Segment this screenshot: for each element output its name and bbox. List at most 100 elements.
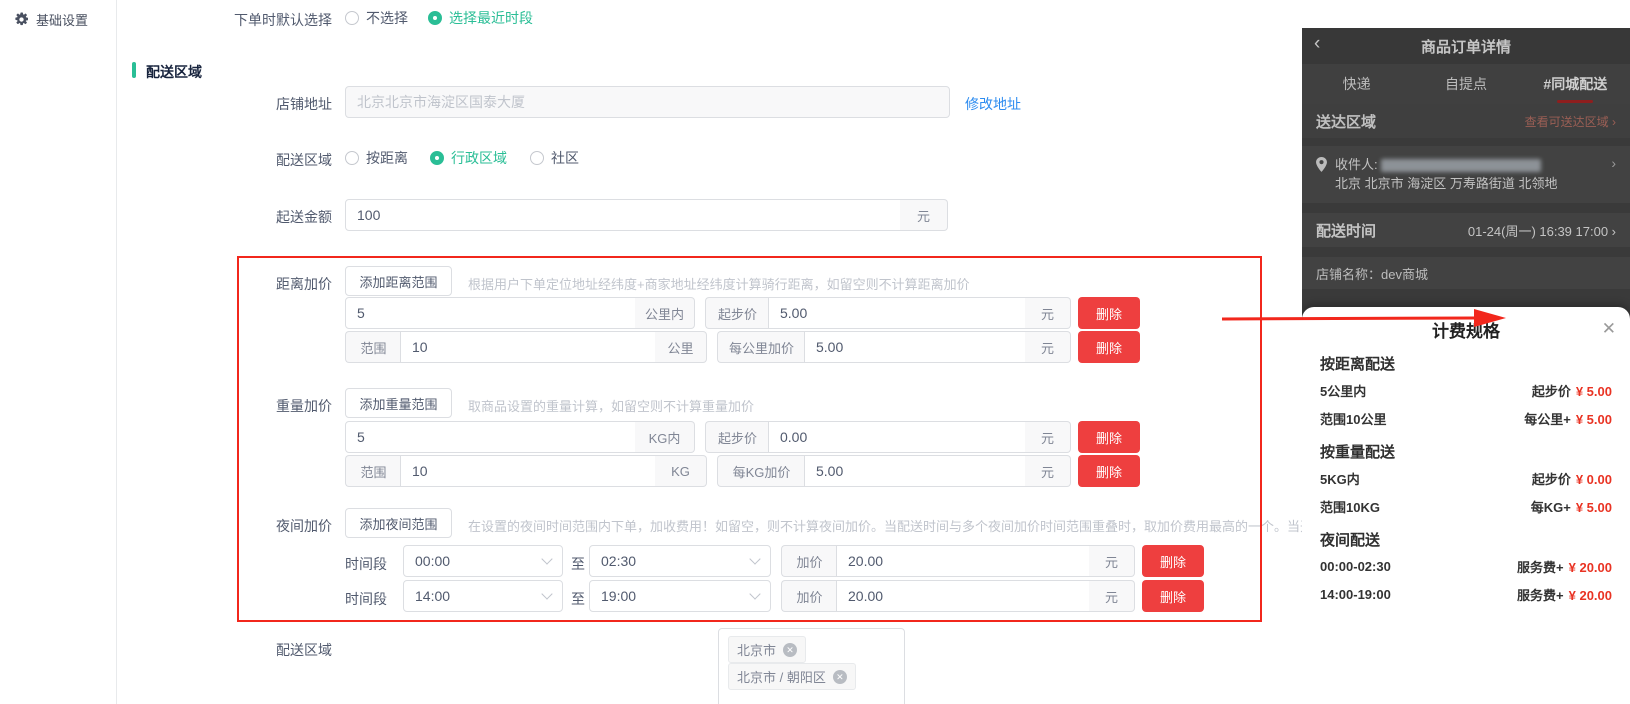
min-amount-unit: 元 xyxy=(900,199,948,231)
chevron-down-icon xyxy=(749,588,760,599)
fee-price: ¥ 5.00 xyxy=(1576,384,1612,399)
gear-icon xyxy=(14,12,29,27)
add-distance-range-button[interactable]: 添加距离范围 xyxy=(345,266,452,296)
time-to-value: 02:30 xyxy=(601,553,636,569)
night-hint: 在设置的夜间时间范围内下单，加收费用！如留空，则不计算夜间加价。当配送时间与多个… xyxy=(468,516,1302,535)
base-price-input[interactable] xyxy=(768,297,1026,329)
delivery-time-row[interactable]: 配送时间 01-24(周一) 16:39 17:00 › xyxy=(1302,213,1630,247)
currency-suffix: 元 xyxy=(1025,297,1071,329)
phone-preview: ‹ 商品订单详情 快递 自提点 #同城配送 送达区域 查看可送达区域 › 收件人… xyxy=(1302,28,1630,622)
add-weight-range-button[interactable]: 添加重量范围 xyxy=(345,388,452,418)
fee-rule-name: 范围10公里 xyxy=(1320,409,1386,428)
fee-rule-name: 5公里内 xyxy=(1320,381,1366,400)
delivery-time-label: 配送时间 xyxy=(1316,220,1376,241)
currency-suffix: 元 xyxy=(1025,455,1071,487)
chevron-down-icon xyxy=(749,553,760,564)
fee-rule-name: 14:00-19:00 xyxy=(1320,587,1391,602)
area-tag[interactable]: 北京市 ✕ xyxy=(728,636,806,663)
fee-price: ¥ 20.00 xyxy=(1569,560,1612,575)
delete-button[interactable]: 删除 xyxy=(1142,545,1204,577)
weight-range-unit: KG xyxy=(655,455,707,487)
weight-hint: 取商品设置的重量计算，如留空则不计算重量加价 xyxy=(468,396,1238,415)
delete-button[interactable]: 删除 xyxy=(1078,455,1140,487)
chevron-down-icon xyxy=(541,588,552,599)
distance-markup-label: 距离加价 xyxy=(222,274,332,294)
fee-rule-type: 服务费+ xyxy=(1517,588,1564,603)
time-from-value: 14:00 xyxy=(415,588,450,604)
to-word: 至 xyxy=(571,589,585,609)
time-from-select[interactable]: 00:00 xyxy=(403,545,563,577)
radio-by-distance[interactable]: 按距离 xyxy=(345,148,408,168)
phone-title: 商品订单详情 xyxy=(1421,36,1511,57)
add-night-range-button[interactable]: 添加夜间范围 xyxy=(345,508,452,538)
fee-price: ¥ 20.00 xyxy=(1569,588,1612,603)
fee-rule-name: 00:00-02:30 xyxy=(1320,559,1391,574)
base-price-prefix: 起步价 xyxy=(705,297,769,329)
chevron-right-icon: › xyxy=(1611,155,1616,171)
currency-suffix: 元 xyxy=(1025,421,1071,453)
time-to-select[interactable]: 02:30 xyxy=(589,545,771,577)
sheet-row: 00:00-02:30 服务费+¥ 20.00 xyxy=(1320,552,1612,580)
tab-pickup[interactable]: 自提点 xyxy=(1411,74,1520,94)
radio-icon xyxy=(430,151,444,165)
fee-rule-type: 起步价 xyxy=(1532,472,1571,487)
sidebar: 基础设置 xyxy=(0,0,117,704)
sheet-title: 计费规格 xyxy=(1320,320,1612,344)
recipient-row[interactable]: 收件人: 北京 北京市 海淀区 万寿路街道 北领地 › xyxy=(1302,146,1630,203)
radio-icon xyxy=(345,11,359,25)
recipient-label: 收件人: xyxy=(1335,157,1378,172)
distance-limit-input[interactable] xyxy=(345,297,636,329)
delete-button[interactable]: 删除 xyxy=(1078,297,1140,329)
time-to-select[interactable]: 19:00 xyxy=(589,580,771,612)
weight-range-input[interactable] xyxy=(400,455,656,487)
radio-community[interactable]: 社区 xyxy=(530,148,579,168)
min-amount-input[interactable] xyxy=(345,199,901,231)
night-price-input[interactable] xyxy=(836,545,1090,577)
radio-label: 选择最近时段 xyxy=(449,8,533,28)
base-price-input[interactable] xyxy=(768,421,1026,453)
fee-price: ¥ 5.00 xyxy=(1576,412,1612,427)
tag-remove-icon[interactable]: ✕ xyxy=(833,670,847,684)
distance-range-unit: 公里 xyxy=(655,331,707,363)
markup-prefix: 加价 xyxy=(781,545,837,577)
weight-markup-label: 重量加价 xyxy=(222,396,332,416)
sheet-section-title: 夜间配送 xyxy=(1320,529,1612,550)
section-title: 配送区域 xyxy=(146,62,202,82)
distance-range-input[interactable] xyxy=(400,331,656,363)
tag-remove-icon[interactable]: ✕ xyxy=(783,643,797,657)
area-tag[interactable]: 北京市 / 朝阳区 ✕ xyxy=(728,663,856,690)
view-zone-link[interactable]: 查看可送达区域 › xyxy=(1525,113,1616,130)
currency-suffix: 元 xyxy=(1089,580,1135,612)
radio-admin-region[interactable]: 行政区域 xyxy=(430,148,507,168)
store-address-label: 店铺地址 xyxy=(222,94,332,114)
distance-limit-unit: 公里内 xyxy=(635,297,695,329)
night-price-input[interactable] xyxy=(836,580,1090,612)
tab-express[interactable]: 快递 xyxy=(1302,74,1411,94)
store-address-input[interactable] xyxy=(345,86,950,118)
close-icon[interactable]: ✕ xyxy=(1602,319,1616,339)
delivery-zone-row: 送达区域 查看可送达区域 › xyxy=(1302,104,1630,138)
min-amount-label: 起送金额 xyxy=(222,207,332,227)
delete-button[interactable]: 删除 xyxy=(1142,580,1204,612)
radio-label: 不选择 xyxy=(366,8,408,28)
sheet-row: 范围10公里 每公里+¥ 5.00 xyxy=(1320,404,1612,432)
sidebar-item-basic-settings[interactable]: 基础设置 xyxy=(0,0,116,29)
delivery-zone-label: 送达区域 xyxy=(1316,111,1376,132)
radio-recent-period[interactable]: 选择最近时段 xyxy=(428,8,533,28)
weight-limit-input[interactable] xyxy=(345,421,636,453)
radio-no-select[interactable]: 不选择 xyxy=(345,8,408,28)
delete-button[interactable]: 删除 xyxy=(1078,421,1140,453)
delete-button[interactable]: 删除 xyxy=(1078,331,1140,363)
default-select-label: 下单时默认选择 xyxy=(222,10,332,30)
base-price-prefix: 起步价 xyxy=(705,421,769,453)
area-type-label: 配送区域 xyxy=(222,150,332,170)
tab-city-delivery[interactable]: #同城配送 xyxy=(1521,74,1630,94)
time-from-value: 00:00 xyxy=(415,553,450,569)
radio-icon xyxy=(428,11,442,25)
time-from-select[interactable]: 14:00 xyxy=(403,580,563,612)
chevron-down-icon xyxy=(541,553,552,564)
per-kg-price-input[interactable] xyxy=(804,455,1026,487)
back-icon[interactable]: ‹ xyxy=(1314,33,1320,55)
edit-address-link[interactable]: 修改地址 xyxy=(965,94,1021,114)
per-km-price-input[interactable] xyxy=(804,331,1026,363)
